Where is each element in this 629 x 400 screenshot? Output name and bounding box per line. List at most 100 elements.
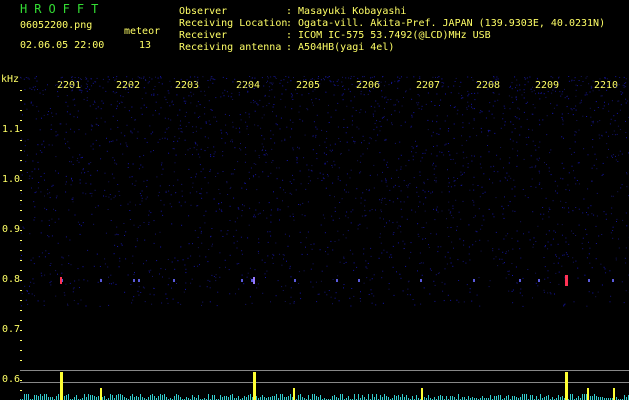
level-bar [208,394,209,400]
level-bar [256,396,257,400]
level-bar [76,395,77,400]
y-tick-label: 0.7 [2,324,21,335]
level-bar [578,396,579,400]
y-axis-tick [20,330,22,331]
level-bar [312,394,313,400]
meteor-echo [336,279,338,282]
y-axis-tick [20,130,22,131]
level-bar [530,395,531,400]
level-bar [412,396,413,400]
level-bar [506,396,507,400]
level-bar [34,395,35,400]
level-bar [118,394,119,400]
level-bar [112,395,113,400]
level-bar [298,395,299,400]
y-tick-label: 0.9 [2,224,21,235]
level-bar [332,396,333,400]
meteor-label: meteor [124,26,161,37]
level-bar [36,395,37,400]
level-bar [154,396,155,400]
level-bar [396,396,397,400]
level-peak [613,388,615,400]
level-bar [198,395,199,400]
level-bar [262,395,263,400]
level-peak [60,372,63,400]
y-axis-tick [20,160,22,161]
level-peak [587,388,589,400]
y-axis-tick [20,140,22,141]
y-axis-unit: kHz [1,74,20,85]
level-bar [384,394,385,400]
y-axis-tick [20,190,22,191]
level-bar [548,395,549,400]
level-bar [402,394,403,400]
level-bar [24,394,25,400]
level-bar [40,394,41,400]
level-bar [152,394,153,400]
level-bar [212,395,213,400]
meteor-echo [173,279,175,282]
level-bar [562,396,563,400]
level-bar [416,395,417,400]
level-bar [288,396,289,400]
level-bar [398,395,399,400]
y-axis-tick [20,150,22,151]
y-axis-tick [20,210,22,211]
level-bar [540,394,541,400]
level-bar [248,395,249,400]
y-axis-tick [20,170,22,171]
level-bar [406,395,407,400]
level-bar [498,395,499,400]
level-bar [452,396,453,400]
level-peak [565,372,568,400]
y-axis-tick [20,110,22,111]
y-axis-tick [20,310,22,311]
level-bar [94,396,95,400]
meteor-echo [294,279,296,282]
level-bar [590,396,591,400]
meteor-echo [612,279,614,282]
level-bar [358,394,359,400]
level-bar [276,394,277,400]
level-bar [584,394,585,400]
meteor-echo [138,279,140,282]
level-bar [572,394,573,400]
level-bar [110,394,111,400]
level-bar [348,396,349,400]
level-bar [88,394,89,400]
level-peak [421,388,423,400]
level-bar [624,395,625,400]
level-bar [178,395,179,400]
receiver-label: Receiver [179,30,228,41]
level-bar [536,396,537,400]
level-bar [122,395,123,400]
y-tick-label: 0.6 [2,374,21,385]
level-bar [272,396,273,400]
y-axis-tick [20,340,22,341]
level-bar [314,394,315,400]
level-bar [132,394,133,400]
observer-label: Observer [179,6,228,17]
level-bar [494,396,495,400]
antenna-value: : A504HB(yagi 4el) [286,42,395,53]
level-bar [320,395,321,400]
level-bar [162,395,163,400]
level-bar [380,395,381,400]
meteor-count: 13 [139,40,152,51]
level-bar [232,394,233,400]
y-axis-tick [20,240,22,241]
y-axis-tick [20,360,22,361]
level-bar [586,394,587,400]
level-bar [316,396,317,400]
level-bar [490,395,491,400]
level-reference-line [20,382,629,383]
y-tick-label: 1.1 [2,124,21,135]
y-axis-tick [20,390,22,391]
level-bar [458,394,459,400]
location-label: Receiving Location [179,18,288,29]
level-bar [92,395,93,400]
level-bar [46,394,47,400]
level-bar [440,395,441,400]
level-peak [293,388,295,400]
level-bar [274,396,275,400]
